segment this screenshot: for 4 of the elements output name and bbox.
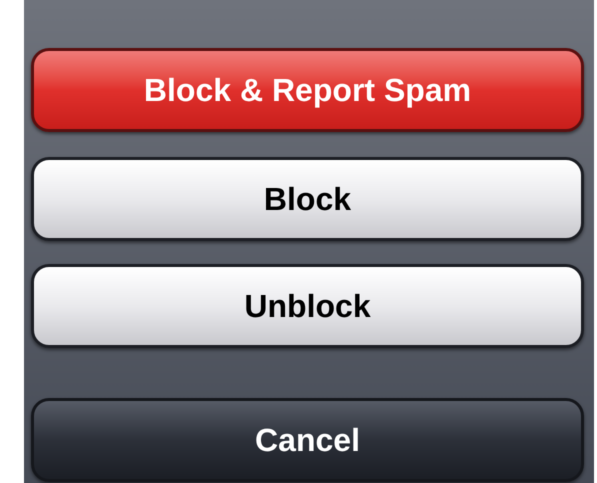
cancel-button[interactable]: Cancel	[31, 398, 584, 482]
sheet-button[interactable]: Unblock	[31, 264, 584, 348]
sheet-button[interactable]: Block & Report Spam	[31, 48, 584, 132]
sheet-button[interactable]: Block	[31, 157, 584, 241]
